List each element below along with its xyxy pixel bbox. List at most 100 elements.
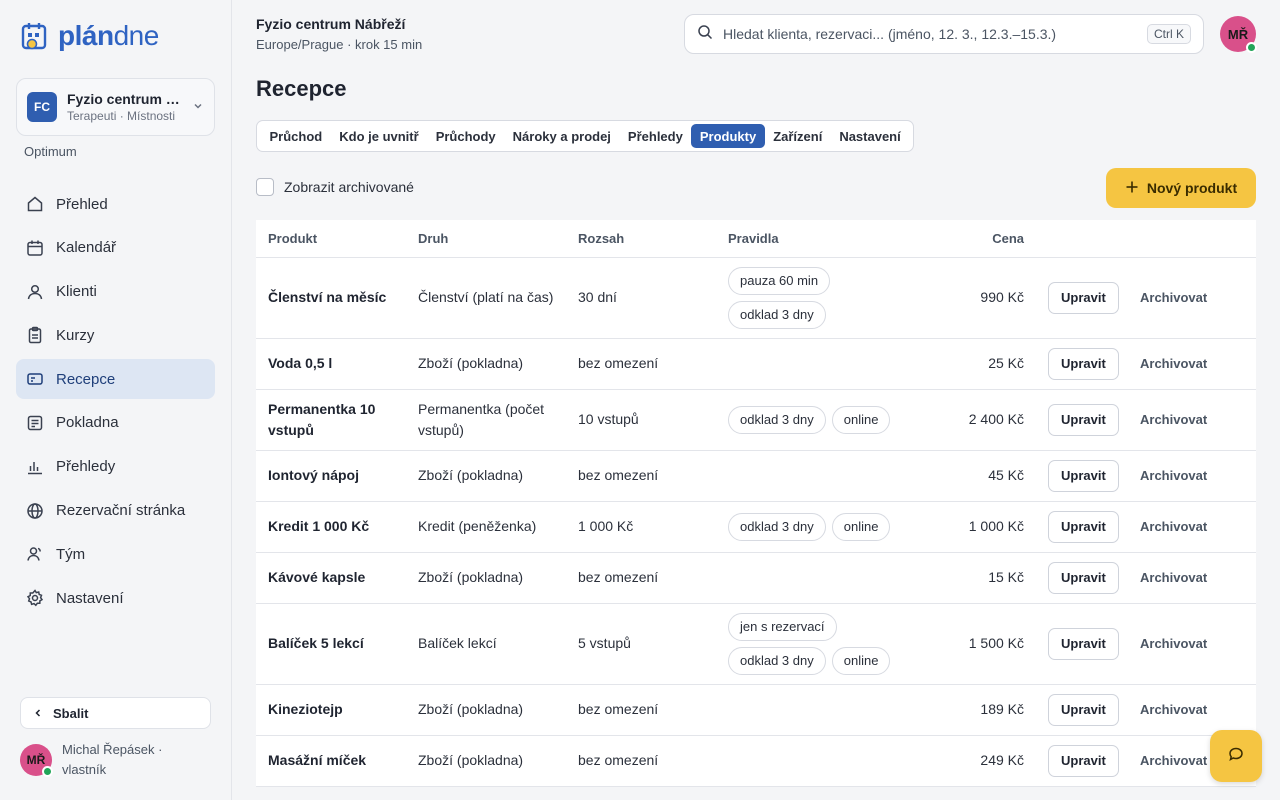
sidebar-item-label: Kurzy [56,326,95,344]
product-rules: jen s rezervací odklad 3 dny online [716,603,916,685]
user-menu-avatar[interactable]: MŘ [1220,16,1257,53]
reception-tabs: Průchod Kdo je uvnitř Průchody Nároky a pro… [256,120,915,152]
collapse-label: Sbalit [53,705,89,721]
tab-0[interactable]: Průchod [261,124,331,148]
edit-cell: Upravit [1036,501,1128,553]
logo[interactable]: plándne [20,20,159,52]
product-scope: bez omezení [566,338,716,390]
sidebar-item-label: Nastavení [56,589,124,607]
tab-6[interactable]: Zařízení [765,124,831,148]
archive-button[interactable]: Archivovat [1140,412,1207,427]
org-switcher[interactable]: FC Fyzio centrum Nábřeží Terapeuti · Mís… [16,78,215,136]
show-archived-label: Zobrazit archivované [284,179,414,195]
sidebar-item-tym[interactable]: Tým [16,534,215,574]
archive-button[interactable]: Archivovat [1140,290,1207,305]
clipboard-icon [26,326,44,344]
edit-button[interactable]: Upravit [1048,561,1119,594]
global-search[interactable]: Ctrl K [684,14,1204,54]
edit-cell: Upravit [1036,603,1128,685]
product-rules [716,735,916,787]
archive-cell: Archivovat [1128,501,1256,553]
home-icon [26,195,44,213]
sidebar-item-klienti[interactable]: Klienti [16,272,215,312]
archive-button[interactable]: Archivovat [1140,356,1207,371]
tab-4[interactable]: Přehledy [619,124,691,148]
archive-button[interactable]: Archivovat [1140,636,1207,651]
product-kind: Zboží (pokladna) [406,684,566,736]
edit-cell: Upravit [1036,338,1128,390]
product-scope: bez omezení [566,735,716,787]
rule-chip: odklad 3 dny [728,300,826,329]
products-table: Produkt Druh Rozsah Pravidla Cena Členst… [256,220,1256,787]
sidebar-item-prehledy[interactable]: Přehledy [16,447,215,487]
edit-cell: Upravit [1036,257,1128,339]
show-archived-checkbox[interactable] [256,178,274,196]
sidebar-item-nastaveni[interactable]: Nastavení [16,578,215,618]
archive-button[interactable]: Archivovat [1140,570,1207,585]
new-product-button[interactable]: Nový produkt [1106,168,1256,208]
edit-button[interactable]: Upravit [1048,403,1119,436]
product-price: 1 000 Kč [916,501,1036,553]
sidebar-item-rezervacni-stranka[interactable]: Rezervační stránka [16,491,215,531]
archive-cell: Archivovat [1128,450,1256,502]
edit-button[interactable]: Upravit [1048,459,1119,492]
edit-cell: Upravit [1036,450,1128,502]
archive-button[interactable]: Archivovat [1140,702,1207,717]
tab-5[interactable]: Produkty [691,124,765,148]
sidebar-item-kalendar[interactable]: Kalendář [16,228,215,268]
edit-cell: Upravit [1036,735,1128,787]
tab-2[interactable]: Průchody [427,124,504,148]
search-input[interactable] [723,26,1137,42]
sidebar-item-pokladna[interactable]: Pokladna [16,403,215,443]
table-row: Kredit 1 000 Kč Kredit (peněženka) 1 000 K… [256,501,1256,553]
column-header-kind: Druh [406,220,566,258]
edit-button[interactable]: Upravit [1048,744,1119,777]
edit-button[interactable]: Upravit [1048,627,1119,660]
card-icon [26,370,44,388]
product-kind: Zboží (pokladna) [406,338,566,390]
product-name: Iontový nápoj [256,450,406,502]
table-row: Permanentka 10 vstupů Permanentka (počet … [256,389,1256,451]
product-rules [716,338,916,390]
table-row: Členství na měsíc Členství (platí na čas)… [256,257,1256,339]
table-row: Balíček 5 lekcí Balíček lekcí 5 vstupů jen … [256,603,1256,685]
tab-1[interactable]: Kdo je uvnitř [331,124,427,148]
product-kind: Permanentka (počet vstupů) [406,389,566,451]
product-name: Kredit 1 000 Kč [256,501,406,553]
tab-3[interactable]: Nároky a prodej [504,124,619,148]
sidebar-item-recepce[interactable]: Recepce [16,359,215,400]
edit-button[interactable]: Upravit [1048,693,1119,726]
product-price: 1 500 Kč [916,603,1036,685]
location-subtitle: Europe/Prague · krok 15 min [256,37,423,52]
column-header-archive [1128,220,1256,258]
sidebar-item-label: Rezervační stránka [56,502,186,520]
product-name: Kávové kapsle [256,552,406,604]
sidebar-item-label: Klienti [56,283,97,301]
table-header-row: Produkt Druh Rozsah Pravidla Cena [256,220,1256,258]
collapse-sidebar-button[interactable]: Sbalit [20,697,211,729]
sidebar-item-label: Kalendář [56,239,117,257]
main-content: Fyzio centrum Nábřeží Europe/Prague · kr… [232,0,1280,800]
sidebar-item-prehled[interactable]: Přehled [16,184,215,224]
chevron-down-icon [192,100,204,115]
edit-button[interactable]: Upravit [1048,510,1119,543]
product-name: Členství na měsíc [256,257,406,339]
sidebar-item-kurzy[interactable]: Kurzy [16,315,215,355]
tab-7[interactable]: Nastavení [831,124,909,148]
edit-button[interactable]: Upravit [1048,347,1119,380]
archive-button[interactable]: Archivovat [1140,519,1207,534]
edit-button[interactable]: Upravit [1048,281,1119,314]
sidebar-item-label: Přehledy [56,458,116,476]
column-header-rules: Pravidla [716,220,916,258]
archive-button[interactable]: Archivovat [1140,468,1207,483]
product-kind: Zboží (pokladna) [406,735,566,787]
page-title: Recepce [256,76,347,101]
column-header-price: Cena [916,220,1036,258]
chat-button[interactable] [1210,730,1262,782]
show-archived-toggle[interactable]: Zobrazit archivované [256,178,414,196]
plus-icon [1125,180,1139,197]
product-kind: Balíček lekcí [406,603,566,685]
current-user[interactable]: MŘ Michal Řepásek · vlastník [20,740,192,780]
archive-cell: Archivovat [1128,389,1256,451]
archive-button[interactable]: Archivovat [1140,753,1207,768]
